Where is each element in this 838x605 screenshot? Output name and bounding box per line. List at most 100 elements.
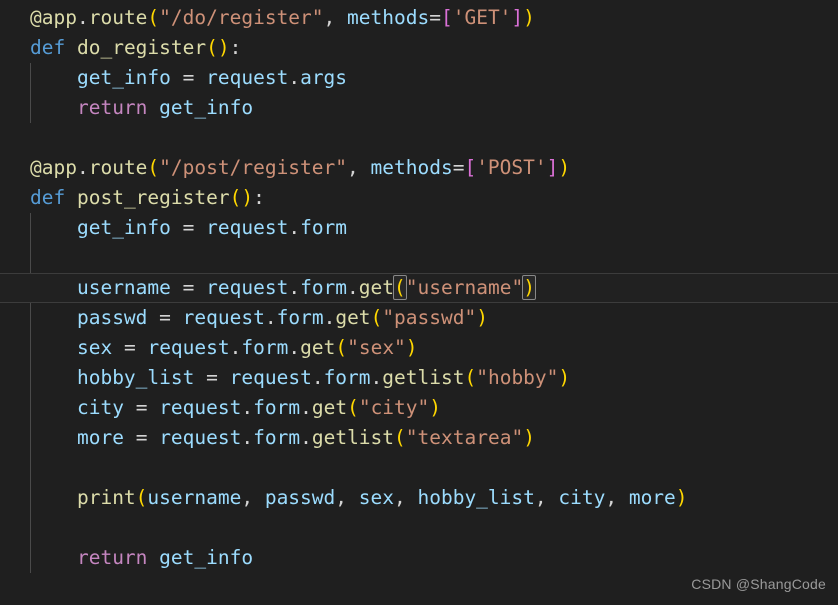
code-token: do_register xyxy=(77,36,206,59)
code-token: route xyxy=(89,6,148,29)
code-token: get_info xyxy=(77,216,171,239)
code-token: ( xyxy=(335,336,347,359)
code-token xyxy=(30,276,77,299)
code-token: request xyxy=(230,366,312,389)
code-token: , xyxy=(324,6,347,29)
code-surface[interactable]: @app.route("/do/register", methods=['GET… xyxy=(0,0,838,605)
code-token: ] xyxy=(511,6,523,29)
code-token: username xyxy=(77,276,171,299)
code-line[interactable]: city = request.form.get("city") xyxy=(0,393,838,423)
code-line[interactable]: more = request.form.getlist("textarea") xyxy=(0,423,838,453)
code-token: get xyxy=(335,306,370,329)
code-token: ( xyxy=(394,426,406,449)
code-line[interactable]: print(username, passwd, sex, hobby_list,… xyxy=(0,483,838,513)
code-token: "textarea" xyxy=(406,426,523,449)
code-line[interactable]: username = request.form.get("username") xyxy=(0,273,838,303)
code-token: request xyxy=(159,396,241,419)
code-token: return xyxy=(77,546,147,569)
code-token: hobby_list xyxy=(417,486,534,509)
code-token: = xyxy=(136,426,148,449)
code-line[interactable] xyxy=(0,513,838,543)
code-token xyxy=(147,426,159,449)
code-token xyxy=(30,546,77,569)
code-token: "/do/register" xyxy=(159,6,323,29)
code-token: methods xyxy=(347,6,429,29)
code-token: request xyxy=(147,336,229,359)
code-token: ) xyxy=(241,186,253,209)
code-token: . xyxy=(77,6,89,29)
code-token xyxy=(194,216,206,239)
code-token: ( xyxy=(147,6,159,29)
code-token: route xyxy=(89,156,148,179)
code-token: "hobby" xyxy=(476,366,558,389)
code-token: . xyxy=(241,426,253,449)
code-token: "city" xyxy=(359,396,429,419)
code-token xyxy=(147,96,159,119)
code-token: = xyxy=(183,276,195,299)
code-token xyxy=(194,66,206,89)
code-token: get_info xyxy=(159,96,253,119)
code-editor[interactable]: @app.route("/do/register", methods=['GET… xyxy=(0,0,838,605)
code-line[interactable]: def do_register(): xyxy=(0,33,838,63)
code-token: form xyxy=(324,366,371,389)
code-token: "sex" xyxy=(347,336,406,359)
code-token: , xyxy=(335,486,358,509)
code-token: . xyxy=(300,396,312,419)
code-token: sex xyxy=(77,336,112,359)
code-token: request xyxy=(206,66,288,89)
code-token: @app xyxy=(30,156,77,179)
code-line[interactable] xyxy=(0,123,838,153)
code-line[interactable]: sex = request.form.get("sex") xyxy=(0,333,838,363)
code-line[interactable]: @app.route("/post/register", methods=['P… xyxy=(0,153,838,183)
code-token: = xyxy=(136,396,148,419)
code-token: more xyxy=(77,426,124,449)
code-token: . xyxy=(312,366,324,389)
code-line[interactable]: get_info = request.args xyxy=(0,63,838,93)
code-token: post_register xyxy=(77,186,230,209)
code-token: get_info xyxy=(77,66,171,89)
code-token: request xyxy=(183,306,265,329)
code-token: get xyxy=(312,396,347,419)
code-line[interactable]: passwd = request.form.get("passwd") xyxy=(0,303,838,333)
code-token: ( xyxy=(230,186,242,209)
code-token: request xyxy=(206,216,288,239)
code-line[interactable] xyxy=(0,453,838,483)
code-line[interactable]: @app.route("/do/register", methods=['GET… xyxy=(0,3,838,33)
code-token: "/post/register" xyxy=(159,156,347,179)
code-token: . xyxy=(347,276,359,299)
code-token: . xyxy=(77,156,89,179)
code-token xyxy=(30,96,77,119)
code-token: . xyxy=(288,276,300,299)
code-line[interactable] xyxy=(0,243,838,273)
code-token xyxy=(194,276,206,299)
code-token: . xyxy=(230,336,242,359)
code-token: methods xyxy=(371,156,453,179)
code-token xyxy=(171,216,183,239)
code-token: request xyxy=(206,276,288,299)
code-lines[interactable]: @app.route("/do/register", methods=['GET… xyxy=(0,3,838,603)
code-token: @app xyxy=(30,6,77,29)
code-token xyxy=(194,366,206,389)
watermark-text: CSDN @ShangCode xyxy=(691,569,826,599)
code-token: , xyxy=(394,486,417,509)
code-token: ) xyxy=(558,366,570,389)
code-token xyxy=(30,486,77,509)
code-token: ( xyxy=(136,486,148,509)
code-token: = xyxy=(183,216,195,239)
code-token: , xyxy=(347,156,370,179)
code-line[interactable]: get_info = request.form xyxy=(0,213,838,243)
code-token xyxy=(30,396,77,419)
code-token: . xyxy=(241,396,253,419)
code-token: passwd xyxy=(265,486,335,509)
code-token: form xyxy=(300,216,347,239)
code-token: , xyxy=(241,486,264,509)
code-token: form xyxy=(277,306,324,329)
code-line[interactable]: return get_info xyxy=(0,93,838,123)
code-token: 'GET' xyxy=(453,6,512,29)
code-token: . xyxy=(288,336,300,359)
code-token: sex xyxy=(359,486,394,509)
code-token: ) xyxy=(406,336,418,359)
code-token xyxy=(124,426,136,449)
code-line[interactable]: def post_register(): xyxy=(0,183,838,213)
code-line[interactable]: hobby_list = request.form.getlist("hobby… xyxy=(0,363,838,393)
